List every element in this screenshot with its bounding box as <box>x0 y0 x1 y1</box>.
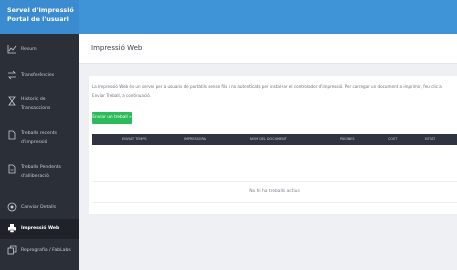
document-icon <box>7 130 17 140</box>
sidebar-item-impressio-web[interactable]: Impressió Web <box>0 219 79 239</box>
sidebar-item-label-line2: d'impressió <box>21 140 48 145</box>
sidebar-item-label-line2: Transaccions <box>21 106 51 111</box>
column-header-cost[interactable]: COST <box>388 134 397 145</box>
sidebar-item-label: Resum <box>21 47 37 52</box>
top-bar: Servei d'Impressió Portal de l'usuari <box>0 0 457 34</box>
sidebar-item-resum[interactable]: Resum <box>0 40 79 60</box>
transfer-arrows-icon <box>7 70 17 80</box>
copy-icon <box>7 245 17 255</box>
web-print-panel: La Impressió Web és un servei per a usua… <box>89 76 457 214</box>
column-header-status[interactable]: ESTAT <box>425 134 435 145</box>
hourglass-icon <box>7 96 17 106</box>
sidebar-item-label: Reprografia / FabLabs <box>21 248 71 253</box>
sidebar-item-canviar-detalls[interactable]: Canviar Detalls <box>0 198 79 218</box>
jobs-table-header: ENVIAT TEMPS IMPRESSORA NOM DEL DOCUMENT… <box>92 134 457 145</box>
column-header-document-name[interactable]: NOM DEL DOCUMENT <box>250 134 287 145</box>
user-settings-icon <box>7 202 17 212</box>
sidebar-item-treballs-pendents[interactable]: Treballs Pendents d'alliberació <box>0 160 79 186</box>
column-header-pages[interactable]: PÀGINES <box>340 134 355 145</box>
empty-table-row: No hi ha treballs actius <box>92 181 457 203</box>
main-content: Impressió Web La Impressió Web és un ser… <box>79 34 457 270</box>
sidebar-item-treballs-recents[interactable]: Treballs recents d'impressió <box>0 126 79 152</box>
sidebar-item-transferencies[interactable]: Transferències <box>0 66 79 86</box>
empty-state-message: No hi ha treballs actius <box>249 189 300 194</box>
sidebar-item-label: Treballs recents <box>21 131 57 136</box>
sidebar-item-label: Transferències <box>21 73 55 78</box>
sidebar-item-label: Canviar Detalls <box>21 205 57 210</box>
document-pending-icon <box>7 164 17 174</box>
printer-icon <box>7 223 17 233</box>
brand-subtitle: Portal de l'usuari <box>7 15 69 23</box>
sidebar: Resum Transferències Historic de Transac… <box>0 34 79 270</box>
sidebar-item-label: Treballs Pendents <box>21 165 62 170</box>
sidebar-item-historic[interactable]: Historic de Transaccions <box>0 92 79 118</box>
sidebar-item-reprografia[interactable]: Reprografia / FabLabs <box>0 241 79 261</box>
sidebar-item-label: Impressió Web <box>21 226 60 231</box>
page-header: Impressió Web <box>79 34 457 64</box>
sidebar-item-label-line2: d'alliberació <box>21 174 49 179</box>
page-title: Impressió Web <box>91 44 143 52</box>
chart-line-icon <box>7 44 17 54</box>
brand-logo[interactable]: Servei d'Impressió Portal de l'usuari <box>0 0 79 34</box>
sidebar-item-label: Historic de <box>21 97 46 102</box>
column-header-sent-time[interactable]: ENVIAT TEMPS <box>122 134 147 145</box>
page-description: La Impressió Web és un servei per a usua… <box>92 84 442 98</box>
send-job-button[interactable]: Enviar un treball » <box>92 112 132 124</box>
column-header-printer[interactable]: IMPRESSORA <box>184 134 206 145</box>
brand-title: Servei d'Impressió <box>7 6 74 14</box>
